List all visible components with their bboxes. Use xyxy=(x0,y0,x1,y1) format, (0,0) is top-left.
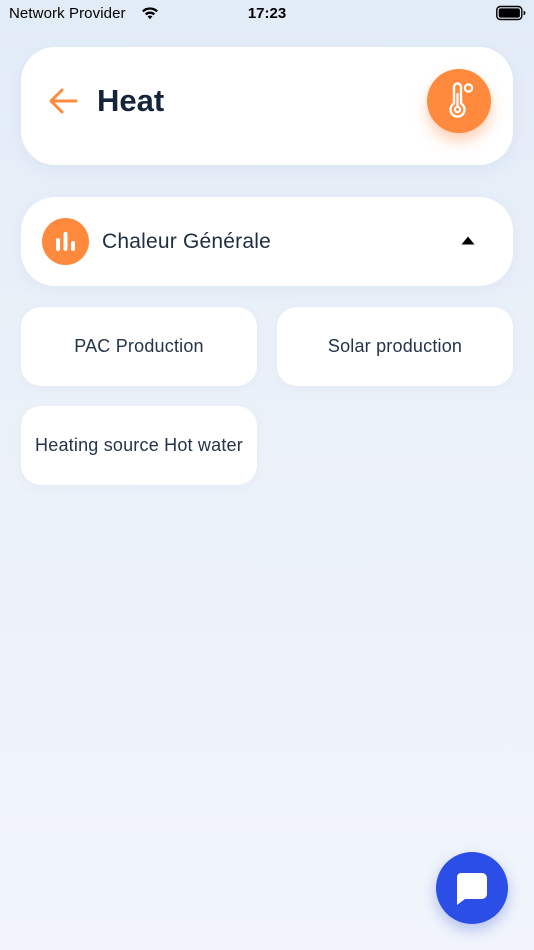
heating-source-hot-water-button[interactable]: Heating source Hot water xyxy=(21,406,257,485)
heat-badge xyxy=(427,69,491,133)
category-dropdown[interactable]: Chaleur Générale xyxy=(21,197,513,286)
arrow-left-icon[interactable] xyxy=(47,85,79,117)
caret-up-icon[interactable] xyxy=(461,236,475,245)
status-bar: Network Provider 17:23 xyxy=(0,0,534,28)
header-card: Heat xyxy=(21,47,513,165)
category-label: Chaleur Générale xyxy=(102,230,271,253)
option-label: Heating source Hot water xyxy=(35,435,243,455)
solar-production-button[interactable]: Solar production xyxy=(277,307,513,386)
clock-time: 17:23 xyxy=(247,5,287,22)
option-label: PAC Production xyxy=(74,336,204,356)
chat-bubble-icon xyxy=(456,873,487,905)
category-icon-badge xyxy=(42,218,89,265)
bar-chart-icon xyxy=(56,232,75,251)
option-label: Solar production xyxy=(327,336,463,356)
pac-production-button[interactable]: PAC Production xyxy=(21,307,257,386)
battery-icon xyxy=(496,5,526,21)
thermometer-icon xyxy=(449,82,474,118)
chat-button[interactable] xyxy=(436,852,508,924)
page-title: Heat xyxy=(97,83,165,118)
